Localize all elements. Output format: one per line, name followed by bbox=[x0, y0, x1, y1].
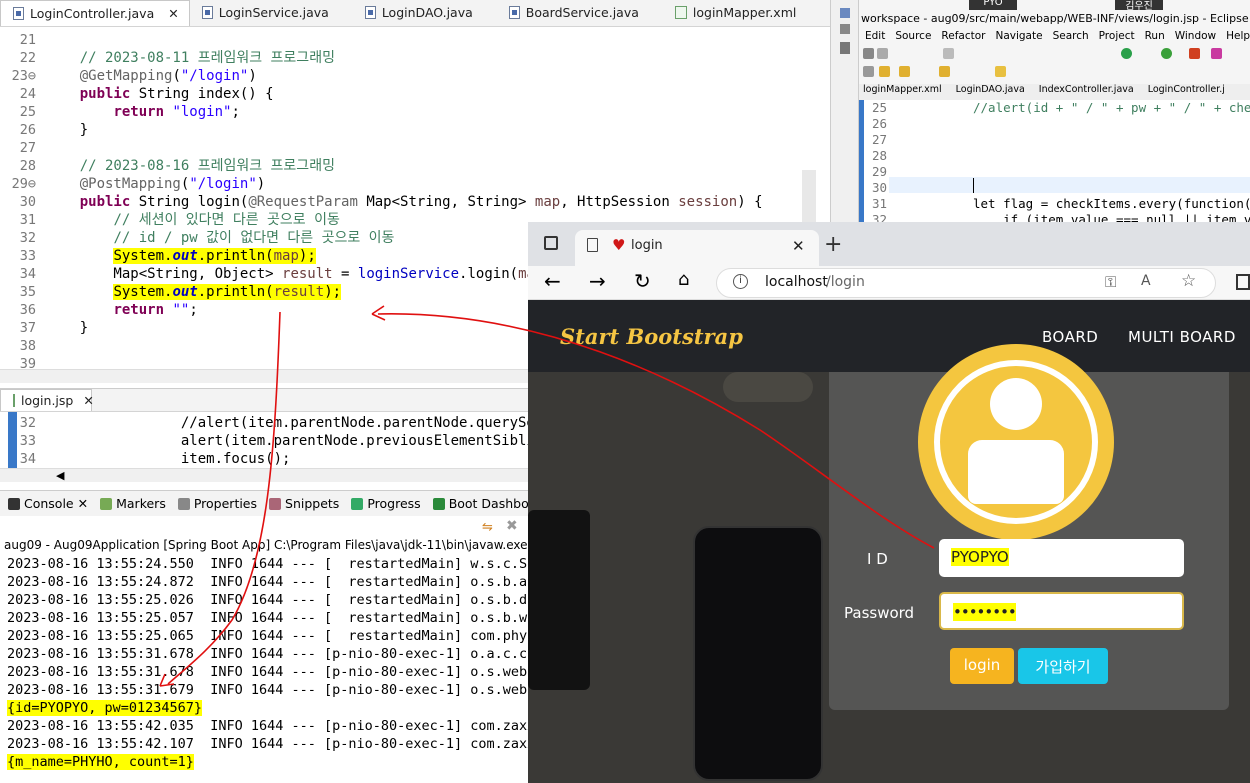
arrow-head-code bbox=[371, 305, 386, 321]
annotation-overlay bbox=[159, 305, 935, 687]
arrow-to-console-line bbox=[167, 311, 281, 685]
arrow-to-code-line bbox=[377, 313, 935, 549]
